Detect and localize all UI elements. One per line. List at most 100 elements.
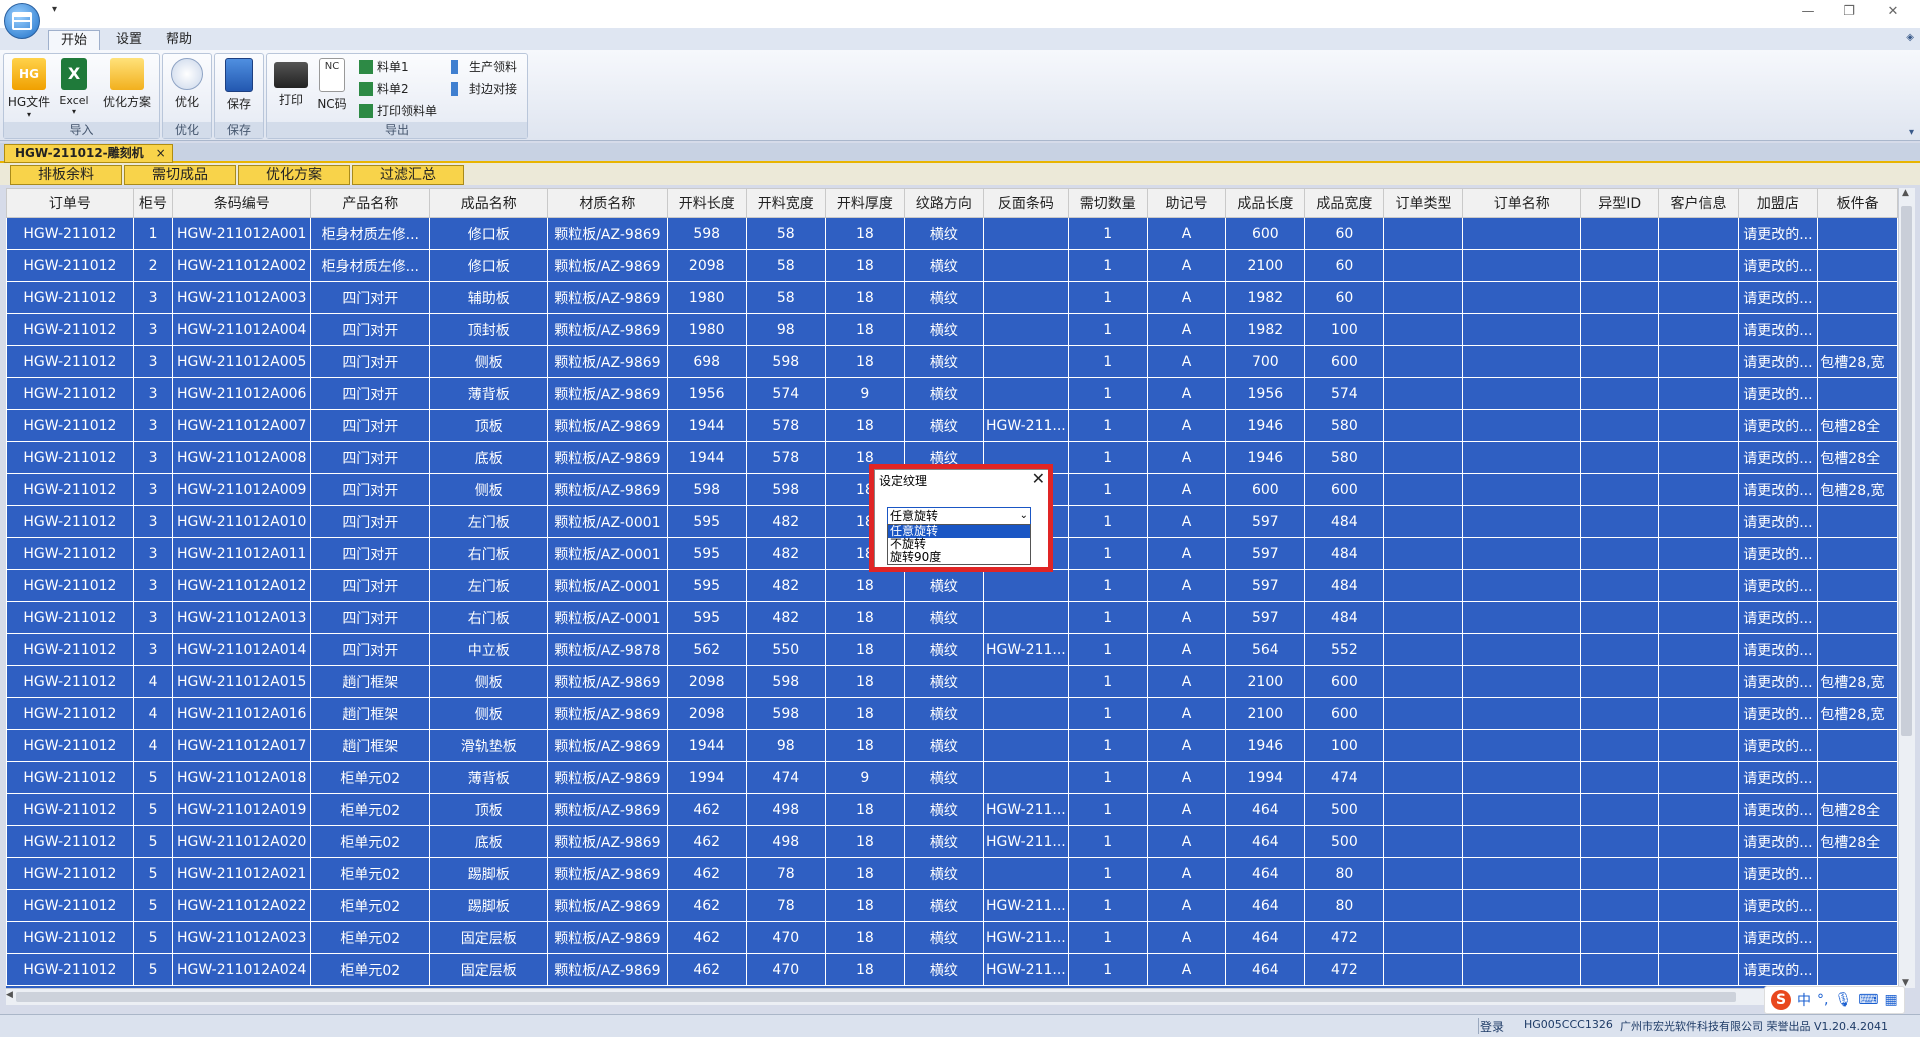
table-cell[interactable]: 请更改的... [1737, 793, 1819, 826]
table-cell[interactable]: 5 [132, 793, 174, 826]
table-cell[interactable] [1462, 761, 1581, 794]
table-cell[interactable]: 5 [132, 921, 174, 954]
table-cell[interactable]: 柜身材质左修... [310, 217, 431, 250]
table-row[interactable]: HGW-211012 5 HGW-211012A023 柜单元02 固定层板 颗粒板/AZ… [6, 921, 1898, 954]
table-cell[interactable]: 1 [1067, 537, 1148, 570]
table-cell[interactable] [1462, 441, 1581, 474]
table-cell[interactable]: 18 [824, 633, 905, 666]
table-cell[interactable]: 颗粒板/AZ-9869 [547, 729, 668, 762]
table-cell[interactable]: 包槽28全 [1817, 793, 1898, 826]
table-cell[interactable]: 请更改的... [1737, 249, 1819, 282]
table-cell[interactable]: HGW-211012A010 [172, 505, 312, 538]
table-cell[interactable]: A [1146, 505, 1227, 538]
table-cell[interactable]: 580 [1304, 441, 1385, 474]
table-cell[interactable] [1579, 761, 1660, 794]
table-cell[interactable]: 470 [745, 953, 826, 986]
table-cell[interactable]: A [1146, 249, 1227, 282]
table-cell[interactable]: 1 [1067, 217, 1148, 250]
table-cell[interactable] [1462, 409, 1581, 442]
table-cell[interactable]: HGW-211012A024 [172, 953, 312, 986]
table-cell[interactable]: 464 [1225, 953, 1306, 986]
table-cell[interactable]: 2098 [666, 697, 747, 730]
table-cell[interactable]: 595 [666, 601, 747, 634]
table-cell[interactable]: HGW-211... [982, 633, 1069, 666]
table-cell[interactable] [1383, 697, 1464, 730]
minimize-button[interactable]: — [1793, 4, 1823, 19]
table-cell[interactable]: 颗粒板/AZ-9869 [547, 697, 668, 730]
table-cell[interactable]: 500 [1304, 793, 1385, 826]
table-cell[interactable]: A [1146, 825, 1227, 858]
table-cell[interactable]: 请更改的... [1737, 217, 1819, 250]
table-cell[interactable] [1817, 217, 1898, 250]
table-cell[interactable]: 462 [666, 921, 747, 954]
table-cell[interactable]: 598 [745, 697, 826, 730]
table-cell[interactable]: HGW-211012A007 [172, 409, 312, 442]
table-cell[interactable] [1462, 505, 1581, 538]
table-cell[interactable]: 58 [745, 281, 826, 314]
table-cell[interactable] [1579, 441, 1660, 474]
column-header[interactable]: 纹路方向 [903, 188, 984, 218]
table-cell[interactable]: 578 [745, 441, 826, 474]
table-cell[interactable]: 3 [132, 377, 174, 410]
table-cell[interactable] [1579, 601, 1660, 634]
table-cell[interactable]: 2 [132, 249, 174, 282]
table-cell[interactable]: 464 [1225, 889, 1306, 922]
table-cell[interactable] [1658, 665, 1739, 698]
table-cell[interactable]: 1946 [1225, 409, 1306, 442]
table-cell[interactable]: 顶板 [429, 793, 549, 826]
table-cell[interactable] [1579, 313, 1660, 346]
table-cell[interactable] [1658, 729, 1739, 762]
table-cell[interactable]: 1956 [1225, 377, 1306, 410]
subtab-filter-summary[interactable]: 过滤汇总 [352, 165, 464, 185]
table-cell[interactable]: 横纹 [903, 633, 984, 666]
table-cell[interactable]: 1 [1067, 889, 1148, 922]
table-cell[interactable] [1383, 313, 1464, 346]
table-cell[interactable]: A [1146, 633, 1227, 666]
table-cell[interactable]: HGW-211012A021 [172, 857, 312, 890]
table-cell[interactable]: 踢脚板 [429, 889, 549, 922]
table-cell[interactable]: 横纹 [903, 761, 984, 794]
table-cell[interactable]: HGW-211012A008 [172, 441, 312, 474]
table-cell[interactable] [982, 313, 1069, 346]
table-cell[interactable]: 请更改的... [1737, 377, 1819, 410]
table-cell[interactable]: 564 [1225, 633, 1306, 666]
table-cell[interactable]: 1944 [666, 409, 747, 442]
column-header[interactable]: 产品名称 [310, 188, 431, 218]
table-cell[interactable]: 右门板 [429, 601, 549, 634]
table-cell[interactable]: 1980 [666, 281, 747, 314]
column-header[interactable]: 成品长度 [1225, 188, 1306, 218]
table-cell[interactable]: 2100 [1225, 249, 1306, 282]
app-menu-icon[interactable] [4, 3, 40, 39]
table-cell[interactable]: 横纹 [903, 665, 984, 698]
table-cell[interactable] [1658, 249, 1739, 282]
table-cell[interactable]: 横纹 [903, 601, 984, 634]
table-cell[interactable] [1383, 505, 1464, 538]
table-cell[interactable]: 100 [1304, 313, 1385, 346]
table-cell[interactable] [1579, 697, 1660, 730]
table-cell[interactable]: 颗粒板/AZ-9869 [547, 761, 668, 794]
table-cell[interactable]: 18 [824, 409, 905, 442]
table-cell[interactable]: 18 [824, 217, 905, 250]
table-cell[interactable]: 颗粒板/AZ-9869 [547, 249, 668, 282]
table-cell[interactable]: HGW-211012A005 [172, 345, 312, 378]
table-cell[interactable]: HGW-211012A004 [172, 313, 312, 346]
table-cell[interactable] [1383, 249, 1464, 282]
table-cell[interactable]: 柜身材质左修... [310, 249, 431, 282]
table-cell[interactable]: 578 [745, 409, 826, 442]
column-header[interactable]: 开料宽度 [745, 188, 826, 218]
table-cell[interactable]: 包槽28,宽 [1817, 473, 1898, 506]
table-cell[interactable]: 柜单元02 [310, 825, 431, 858]
table-cell[interactable]: HGW-211012 [6, 505, 134, 538]
table-cell[interactable]: 474 [1304, 761, 1385, 794]
ribbon-collapse-icon[interactable]: ▾ [1909, 127, 1914, 138]
table-cell[interactable]: 颗粒板/AZ-9869 [547, 217, 668, 250]
table-cell[interactable]: A [1146, 473, 1227, 506]
table-cell[interactable]: HGW-211012A019 [172, 793, 312, 826]
scroll-left-icon[interactable]: ◀ [6, 990, 13, 1000]
table-cell[interactable] [1658, 793, 1739, 826]
table-cell[interactable] [1817, 313, 1898, 346]
subtab-scheme[interactable]: 优化方案 [238, 165, 350, 185]
table-cell[interactable]: 600 [1225, 217, 1306, 250]
table-cell[interactable] [1579, 825, 1660, 858]
table-cell[interactable] [1383, 409, 1464, 442]
